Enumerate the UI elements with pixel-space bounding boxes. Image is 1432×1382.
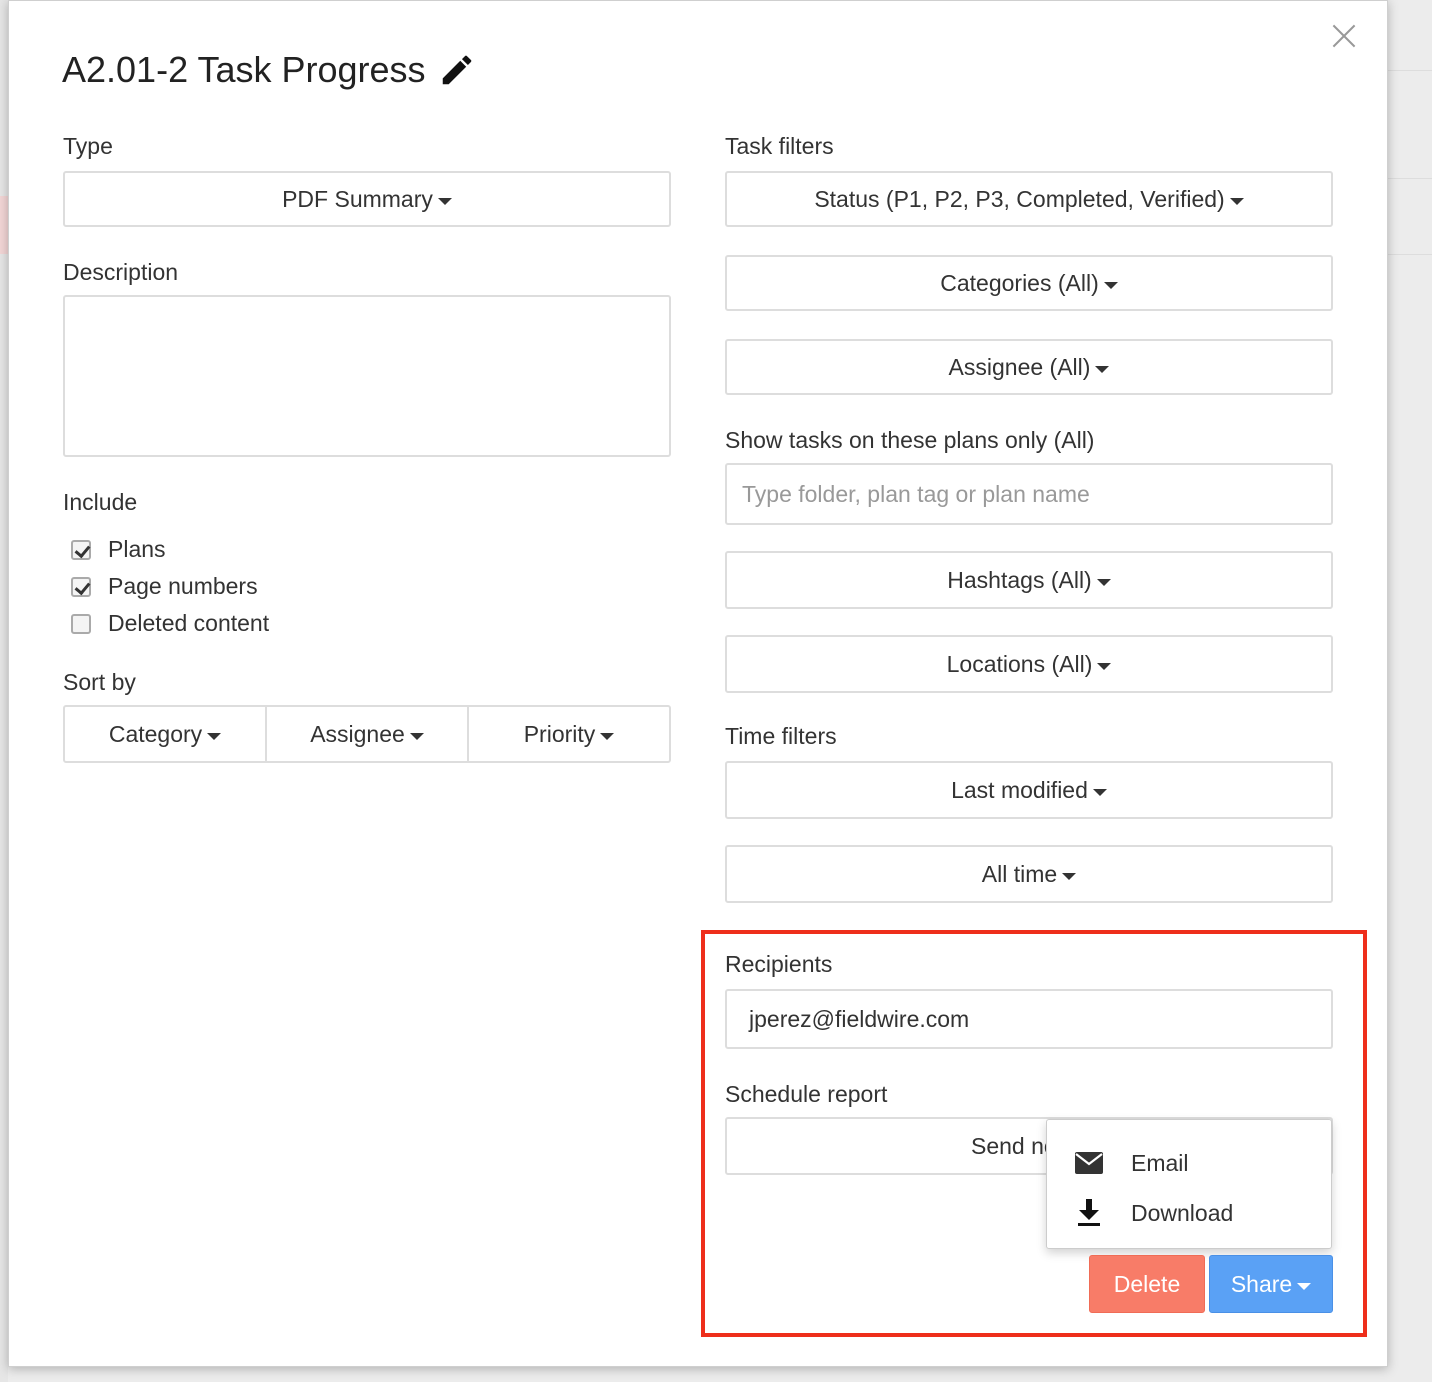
caret-down-icon xyxy=(1297,1282,1312,1290)
sort-assignee-label: Assignee xyxy=(310,720,405,747)
plans-search-placeholder: Type folder, plan tag or plan name xyxy=(742,480,1090,507)
assignee-filter-select[interactable]: Assignee (All) xyxy=(725,339,1333,395)
page-numbers-option-label: Page numbers xyxy=(108,573,258,599)
sort-priority-label: Priority xyxy=(523,720,596,747)
locations-filter-select[interactable]: Locations (All) xyxy=(725,635,1333,693)
recipients-label: Recipients xyxy=(725,951,833,977)
delete-button-label: Delete xyxy=(1113,1270,1181,1297)
hashtags-filter-value: Hashtags (All) xyxy=(947,566,1092,593)
description-label: Description xyxy=(63,259,179,285)
pencil-icon[interactable] xyxy=(438,51,476,89)
share-button-label: Share xyxy=(1230,1270,1293,1297)
envelope-icon xyxy=(1074,1148,1104,1178)
modal-title: A2.01-2 Task Progress xyxy=(62,49,476,91)
status-filter-value: Status (P1, P2, P3, Completed, Verified) xyxy=(814,185,1225,212)
time-field-value: Last modified xyxy=(951,776,1088,803)
share-menu-download-label: Download xyxy=(1131,1199,1234,1226)
caret-down-icon xyxy=(1092,788,1107,796)
caret-down-icon xyxy=(1096,578,1111,586)
share-dropdown-menu: Email Download xyxy=(1046,1119,1332,1249)
plans-filter-label: Show tasks on these plans only (All) xyxy=(725,427,1095,453)
sort-category-button[interactable]: Category xyxy=(63,705,267,763)
assignee-filter-value: Assignee (All) xyxy=(948,353,1091,380)
share-menu-item-download[interactable]: Download xyxy=(1047,1190,1331,1236)
background-divider xyxy=(1388,254,1432,255)
sort-by-group: Category Assignee Priority xyxy=(63,705,671,763)
background-divider xyxy=(1388,178,1432,179)
background-divider xyxy=(1388,70,1432,71)
caret-down-icon xyxy=(1097,662,1112,670)
close-icon[interactable] xyxy=(1329,21,1359,51)
sort-category-label: Category xyxy=(108,720,203,747)
caret-down-icon xyxy=(1095,365,1110,373)
background-left-mark xyxy=(0,196,8,254)
deleted-content-checkbox[interactable] xyxy=(71,613,91,634)
caret-down-icon xyxy=(409,732,424,740)
page-numbers-checkbox[interactable] xyxy=(71,576,91,597)
caret-down-icon xyxy=(207,732,222,740)
type-select-value: PDF Summary xyxy=(282,185,433,212)
include-plans-option[interactable]: Plans xyxy=(71,536,166,563)
locations-filter-value: Locations (All) xyxy=(946,650,1093,677)
share-menu-email-label: Email xyxy=(1131,1149,1189,1176)
time-filters-label: Time filters xyxy=(725,723,837,749)
caret-down-icon xyxy=(1229,197,1244,205)
type-label: Type xyxy=(63,133,113,159)
schedule-report-value: Send no xyxy=(971,1132,1057,1159)
delete-button[interactable]: Delete xyxy=(1089,1255,1205,1313)
sort-by-label: Sort by xyxy=(63,669,136,695)
caret-down-icon xyxy=(1062,872,1077,880)
time-range-select[interactable]: All time xyxy=(725,845,1333,903)
share-menu-item-email[interactable]: Email xyxy=(1047,1140,1331,1186)
plans-search-input[interactable]: Type folder, plan tag or plan name xyxy=(725,463,1333,525)
caret-down-icon xyxy=(437,197,452,205)
report-title-text: A2.01-2 Task Progress xyxy=(62,49,426,90)
plans-checkbox[interactable] xyxy=(71,539,91,560)
type-select[interactable]: PDF Summary xyxy=(63,171,671,227)
include-label: Include xyxy=(63,489,138,515)
plans-option-label: Plans xyxy=(108,536,166,562)
recipients-input[interactable]: jperez@fieldwire.com xyxy=(725,989,1333,1049)
status-filter-select[interactable]: Status (P1, P2, P3, Completed, Verified) xyxy=(725,171,1333,227)
time-range-value: All time xyxy=(981,860,1058,887)
schedule-report-label: Schedule report xyxy=(725,1081,888,1107)
download-icon xyxy=(1074,1198,1104,1228)
hashtags-filter-select[interactable]: Hashtags (All) xyxy=(725,551,1333,609)
deleted-content-option-label: Deleted content xyxy=(108,610,270,636)
sort-priority-button[interactable]: Priority xyxy=(467,705,671,763)
recipients-value: jperez@fieldwire.com xyxy=(749,1005,970,1032)
categories-filter-value: Categories (All) xyxy=(940,269,1099,296)
description-textarea[interactable] xyxy=(63,295,671,457)
share-button[interactable]: Share xyxy=(1209,1255,1333,1313)
time-field-select[interactable]: Last modified xyxy=(725,761,1333,819)
caret-down-icon xyxy=(1103,281,1118,289)
include-deleted-content-option[interactable]: Deleted content xyxy=(71,610,269,637)
caret-down-icon xyxy=(600,732,615,740)
sort-assignee-button[interactable]: Assignee xyxy=(265,705,469,763)
include-page-numbers-option[interactable]: Page numbers xyxy=(71,573,258,600)
categories-filter-select[interactable]: Categories (All) xyxy=(725,255,1333,311)
report-modal: A2.01-2 Task Progress Type PDF Summary D… xyxy=(8,0,1388,1367)
task-filters-label: Task filters xyxy=(725,133,834,159)
